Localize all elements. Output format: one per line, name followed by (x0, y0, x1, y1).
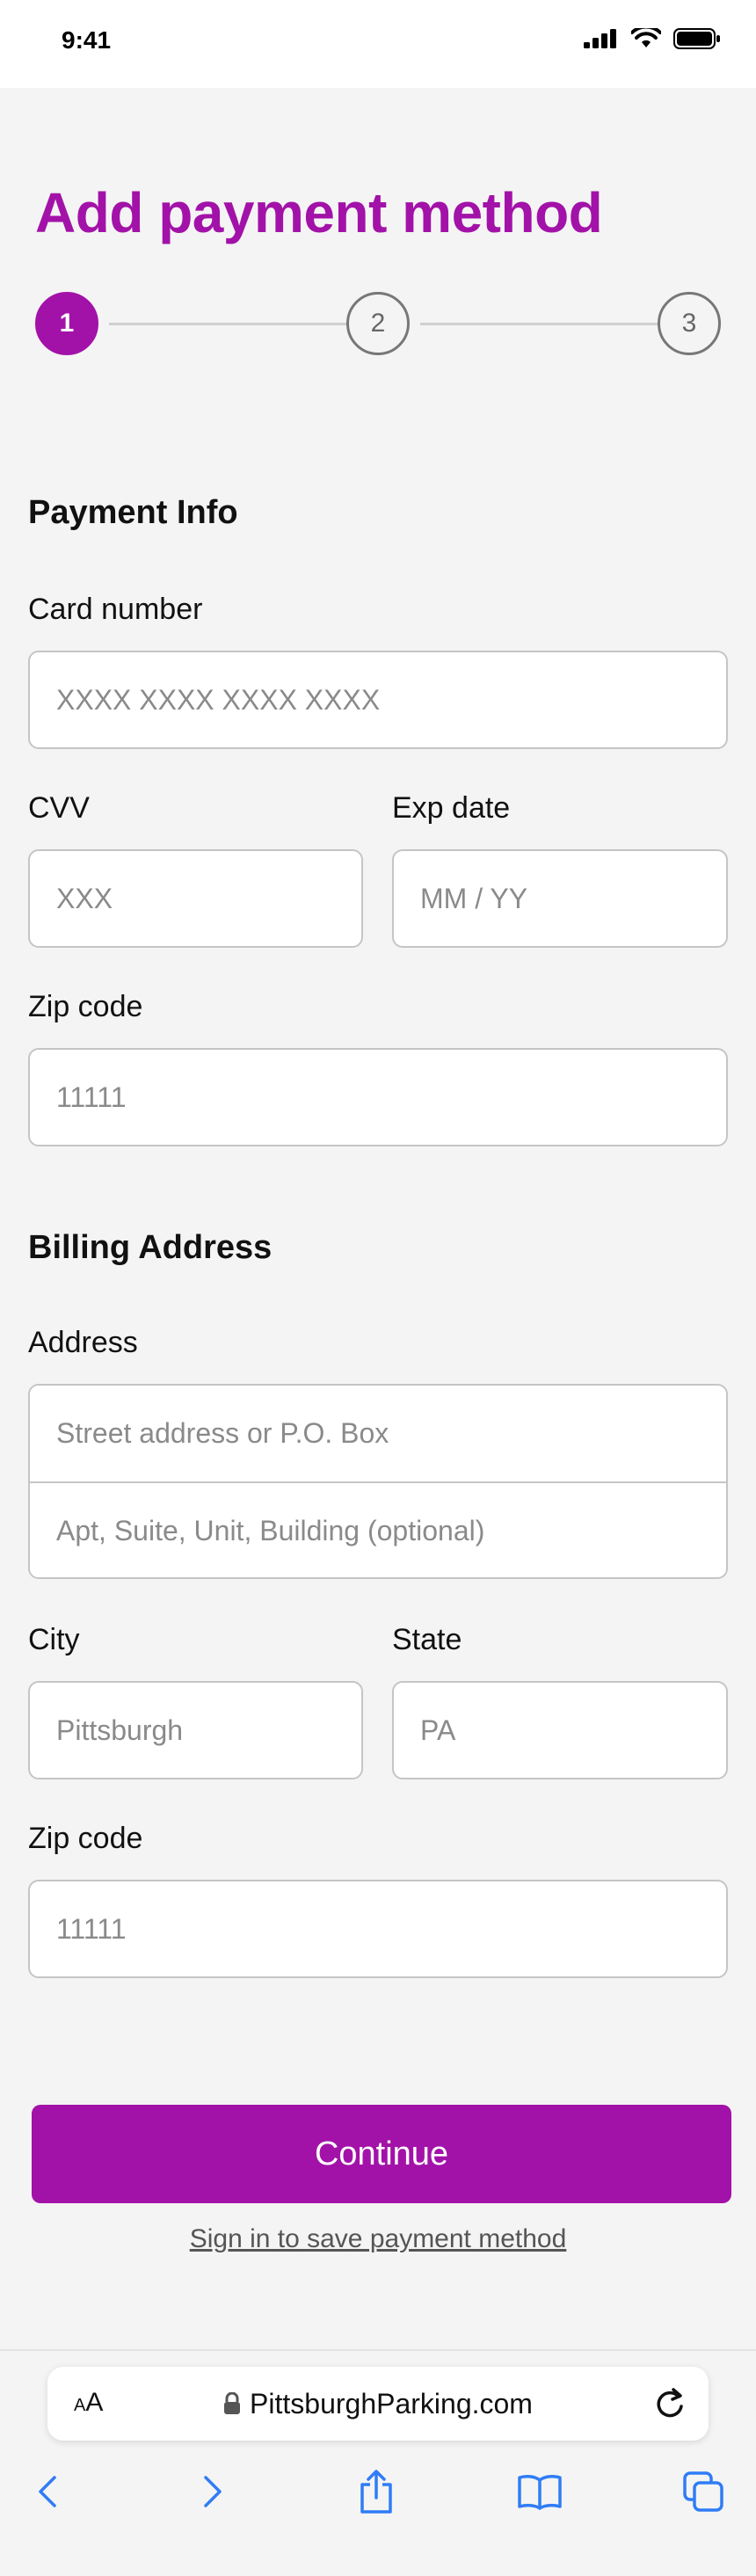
exp-date-input[interactable] (392, 849, 728, 948)
billing-zip-input[interactable] (28, 1880, 728, 1978)
address-bar[interactable]: AA PittsburghParking.com (47, 2367, 709, 2441)
continue-button[interactable]: Continue (32, 2105, 731, 2203)
status-time: 9:41 (62, 26, 112, 54)
status-bar: 9:41 (0, 0, 756, 88)
city-label: City (28, 1623, 80, 1656)
browser-bar: AA PittsburghParking.com (0, 2349, 756, 2576)
payment-info-heading: Payment Info (28, 494, 238, 531)
step-connector (420, 323, 680, 325)
status-icons (584, 28, 721, 49)
tabs-icon (683, 2471, 723, 2512)
city-input[interactable] (28, 1681, 363, 1779)
bookmarks-button[interactable] (505, 2456, 575, 2527)
address-input-group (28, 1384, 728, 1579)
reload-icon[interactable] (652, 2384, 687, 2421)
state-input[interactable] (392, 1681, 728, 1779)
payment-zip-input[interactable] (28, 1048, 728, 1146)
lock-icon (224, 2392, 241, 2414)
card-number-label: Card number (28, 593, 203, 626)
street-address-input[interactable] (30, 1386, 726, 1481)
apt-suite-input[interactable] (30, 1483, 726, 1577)
forward-icon (204, 2476, 222, 2507)
sign-in-link[interactable]: Sign in to save payment method (0, 2224, 756, 2254)
state-label: State (392, 1623, 462, 1656)
exp-date-label: Exp date (392, 791, 511, 825)
page-title: Add payment method (35, 181, 603, 244)
address-label: Address (28, 1326, 138, 1359)
card-number-input[interactable] (28, 651, 728, 749)
cvv-input[interactable] (28, 849, 363, 948)
step-connector (109, 323, 373, 325)
step-3-indicator: 3 (658, 292, 721, 355)
share-icon (360, 2470, 392, 2514)
billing-address-heading: Billing Address (28, 1229, 273, 1266)
back-icon (39, 2476, 56, 2507)
billing-zip-label: Zip code (28, 1822, 143, 1855)
bookmarks-icon (518, 2475, 562, 2510)
step-2-indicator: 2 (346, 292, 410, 355)
cellular-signal-icon (584, 29, 616, 48)
back-button[interactable] (12, 2456, 83, 2527)
browser-toolbar (0, 2456, 756, 2527)
wifi-icon (631, 28, 661, 47)
forward-button[interactable] (178, 2456, 248, 2527)
cvv-label: CVV (28, 791, 90, 825)
progress-stepper: 1 2 3 (35, 292, 721, 355)
share-button[interactable] (341, 2456, 411, 2527)
url-text: PittsburghParking.com (250, 2388, 533, 2420)
step-1-indicator: 1 (35, 292, 98, 355)
battery-icon (673, 28, 720, 49)
payment-zip-label: Zip code (28, 990, 143, 1023)
url-display: PittsburghParking.com (47, 2388, 709, 2420)
tabs-button[interactable] (668, 2456, 738, 2527)
